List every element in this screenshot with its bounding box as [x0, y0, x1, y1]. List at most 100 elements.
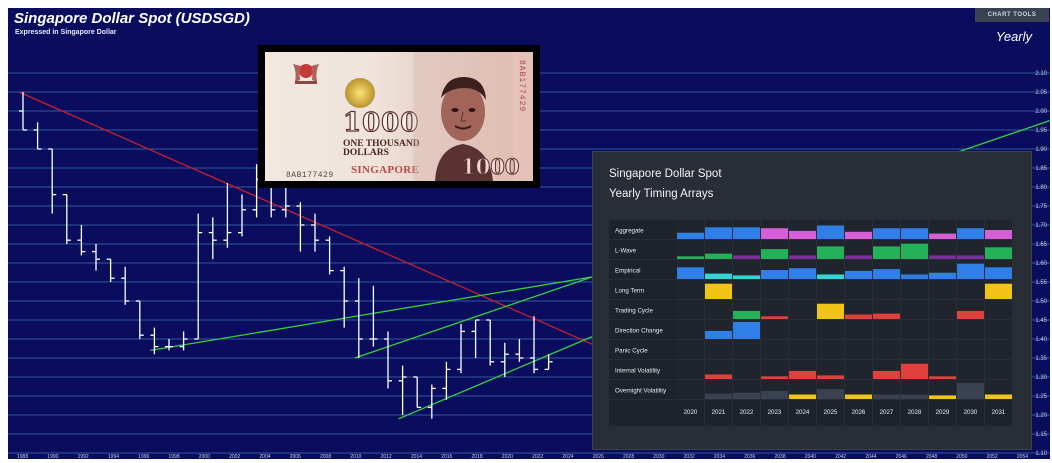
array-bar — [705, 393, 732, 399]
array-year-label: 2020 — [684, 409, 698, 416]
array-year-label: 2023 — [768, 409, 782, 416]
array-bar — [733, 321, 760, 339]
ohlc-bar — [427, 384, 436, 419]
array-bar — [873, 394, 900, 399]
array-cell-bg — [761, 340, 788, 359]
array-bar — [873, 228, 900, 239]
array-cell-bg — [789, 340, 816, 359]
ohlc-bar — [384, 331, 392, 389]
ohlc-bar — [165, 339, 173, 351]
chart-tools-button[interactable]: CHART TOOLS — [975, 8, 1049, 22]
array-bar — [817, 246, 844, 259]
array-bar — [957, 228, 984, 239]
array-bar — [705, 273, 732, 279]
chart-title: Singapore Dollar Spot (USDSGD) — [14, 10, 250, 27]
x-tick-label: 2012 — [381, 454, 392, 459]
array-row-label: Internal Volatility — [615, 368, 661, 375]
array-year-label: 2030 — [964, 409, 978, 416]
array-bar — [761, 390, 788, 399]
array-bar — [929, 255, 956, 259]
array-cell-bg — [733, 360, 760, 379]
array-year-label: 2025 — [824, 409, 838, 416]
y-tick-label: 1.85 — [1035, 166, 1047, 172]
ohlc-bar — [486, 319, 495, 366]
array-row-label: Empirical — [615, 268, 640, 275]
x-tick-label: 2044 — [865, 454, 876, 459]
y-tick-label: 2.10 — [1035, 71, 1047, 77]
array-year-label-bg — [609, 400, 677, 426]
array-bar — [873, 370, 900, 379]
banknote-image: 1000 ONE THOUSAND DOLLARS SINGAPORE 1000… — [258, 45, 540, 188]
array-cell-bg — [901, 320, 928, 339]
array-cell-bg — [845, 340, 872, 359]
ohlc-bar — [62, 193, 71, 244]
x-tick-label: 2010 — [350, 454, 361, 459]
array-bar — [817, 303, 844, 319]
array-cell-bg — [789, 280, 816, 299]
chart-subtitle: Expressed in Singapore Dollar — [15, 29, 117, 36]
x-tick-label: 2042 — [835, 454, 846, 459]
x-tick-label: 2000 — [199, 454, 210, 459]
y-tick-label: 1.40 — [1035, 337, 1047, 343]
array-cell-bg — [733, 340, 760, 359]
chart-canvas: 2.10 2.05 2.00 1.95 1.90 1.85 1.80 1.75 1.70 1.65… — [8, 8, 1050, 459]
array-cell-bg — [817, 340, 844, 359]
array-bar — [901, 243, 928, 259]
array-cell-bg — [901, 300, 928, 319]
array-cell-bg — [985, 300, 1012, 319]
array-bar — [985, 283, 1012, 299]
array-cell-bg — [873, 340, 900, 359]
x-tick-label: 1988 — [17, 454, 28, 459]
array-bar — [929, 272, 956, 279]
x-tick-label: 2046 — [896, 454, 907, 459]
array-year-label: 2031 — [992, 409, 1006, 416]
denomination-small: 1000 — [460, 154, 520, 180]
ohlc-bar — [442, 361, 451, 400]
x-tick-label: 2002 — [229, 454, 240, 459]
array-bar — [705, 253, 732, 259]
array-cell-bg — [845, 360, 872, 379]
ohlc-bar — [179, 331, 188, 351]
x-tick-label: 2024 — [562, 454, 573, 459]
ohlc-bar — [223, 183, 232, 248]
array-cell-bg — [873, 280, 900, 299]
x-tick-label: 2040 — [805, 454, 816, 459]
x-tick-label: 1998 — [169, 454, 180, 459]
array-bar — [789, 394, 816, 399]
array-cell-bg — [929, 360, 956, 379]
array-bar — [733, 392, 760, 399]
array-bar — [957, 382, 984, 399]
array-cell-bg — [929, 300, 956, 319]
x-tick-label: 2022 — [532, 454, 543, 459]
denomination: 1000 — [342, 107, 420, 138]
y-tick-label: 1.15 — [1035, 432, 1047, 438]
array-bar — [901, 363, 928, 379]
array-cell-bg — [985, 360, 1012, 379]
y-tick-label: 2.00 — [1035, 109, 1047, 115]
array-year-label: 2022 — [740, 409, 754, 416]
ohlc-bar — [77, 225, 86, 256]
x-tick-label: 2026 — [593, 454, 604, 459]
period-label: Yearly — [995, 29, 1032, 44]
x-tick-label: 2038 — [775, 454, 786, 459]
array-bar — [789, 370, 816, 379]
array-cell-bg — [873, 320, 900, 339]
ohlc-bar — [311, 213, 319, 252]
country-name: SINGAPORE — [351, 164, 420, 176]
array-cell-bg — [761, 360, 788, 379]
array-bar — [873, 269, 900, 279]
array-bar — [705, 374, 732, 379]
array-bar — [957, 310, 984, 319]
array-bar — [761, 228, 788, 239]
ohlc-bar — [530, 316, 538, 374]
array-cell-bg — [985, 340, 1012, 359]
array-bar — [873, 246, 900, 259]
array-year-label: 2029 — [936, 409, 950, 416]
y-tick-label: 1.75 — [1035, 204, 1047, 210]
x-tick-label: 2018 — [472, 454, 483, 459]
ohlc-bar — [33, 122, 42, 150]
array-cell-bg — [929, 340, 956, 359]
array-cell-bg — [733, 280, 760, 299]
array-bar — [789, 255, 816, 259]
x-tick-label: 2030 — [653, 454, 664, 459]
